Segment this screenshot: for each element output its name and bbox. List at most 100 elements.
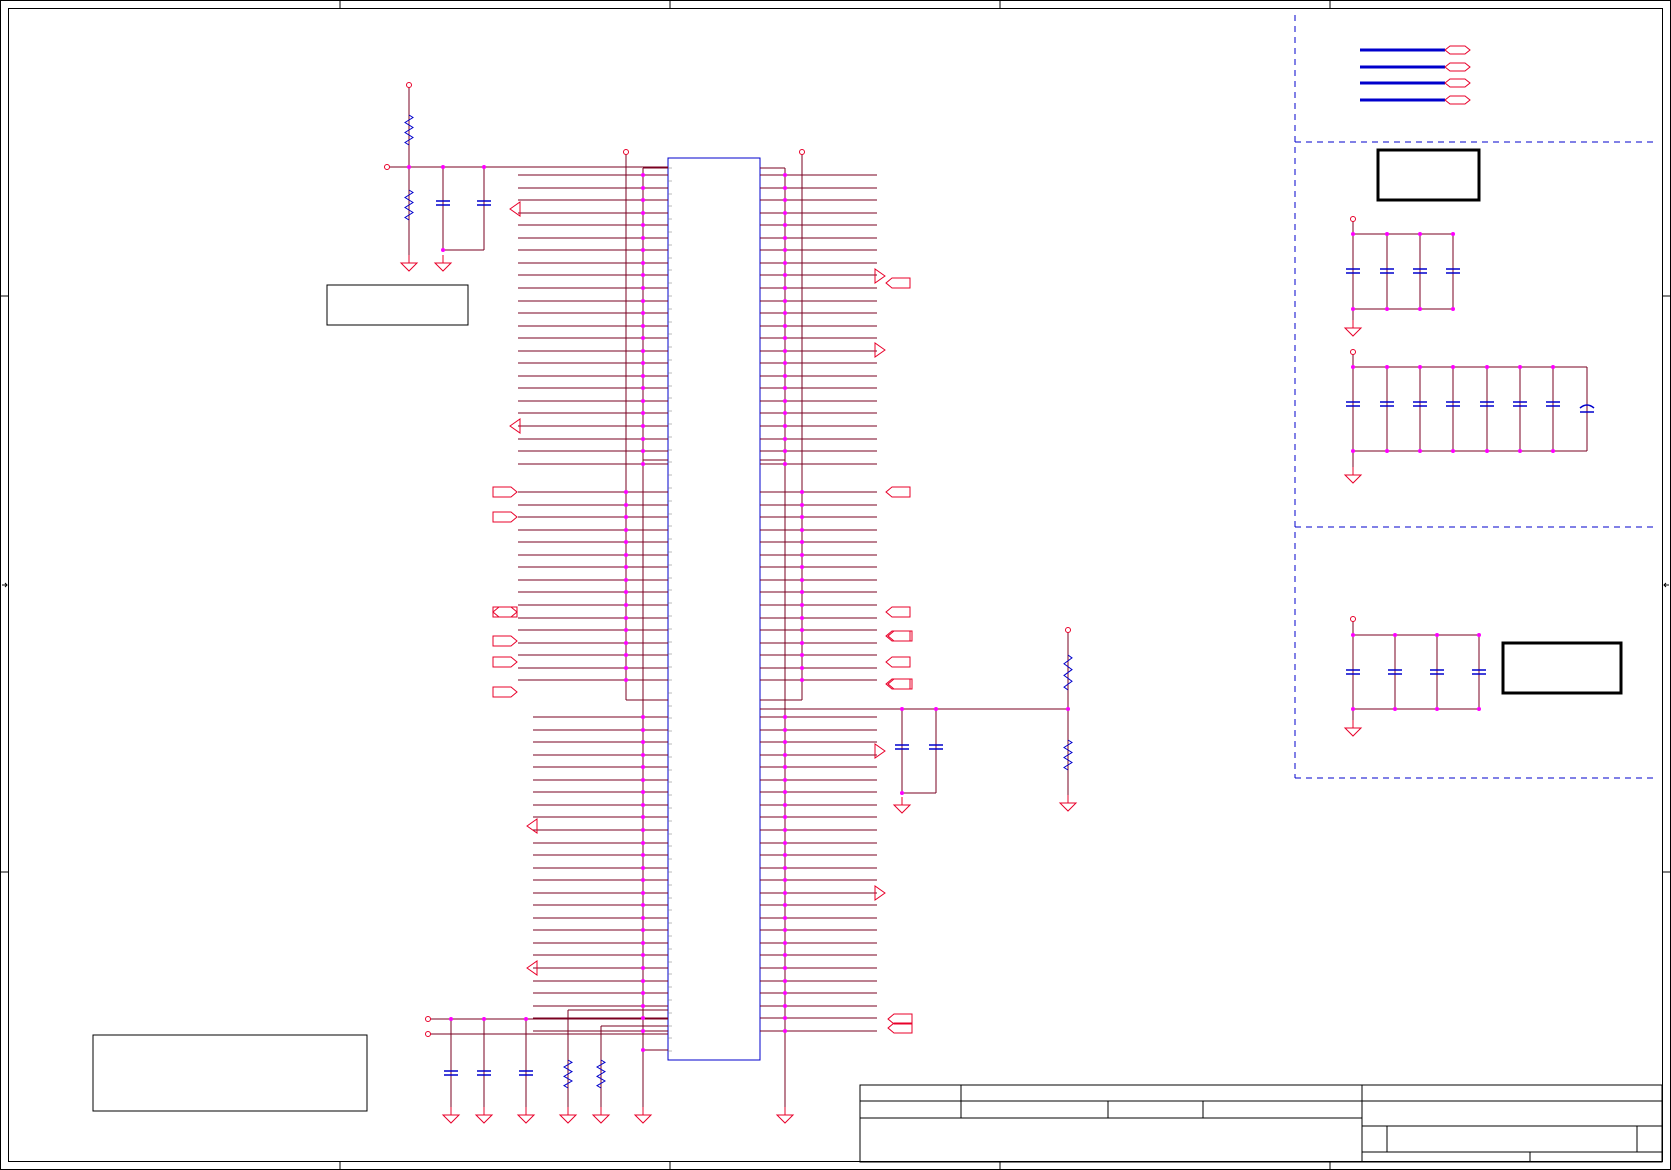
junction-dot xyxy=(624,628,628,632)
junction-dot xyxy=(641,1004,645,1008)
ground-symbol xyxy=(591,1107,611,1124)
junction-dot xyxy=(441,248,445,252)
junction-dot xyxy=(641,966,645,970)
junction-dot xyxy=(641,1029,645,1033)
junction-dot xyxy=(641,778,645,782)
junction-dot xyxy=(641,728,645,732)
junction-dot xyxy=(800,603,804,607)
junction-dot xyxy=(1418,232,1422,236)
junction-dot xyxy=(1393,633,1397,637)
junction-dot xyxy=(641,236,645,240)
junction-dot xyxy=(783,198,787,202)
junction-dot xyxy=(641,891,645,895)
junction-dot xyxy=(900,791,904,795)
junction-dot xyxy=(524,1017,528,1021)
junction-dot xyxy=(641,399,645,403)
section-dividers xyxy=(1294,15,1655,779)
junction-dot xyxy=(783,991,787,995)
junction-dot xyxy=(624,540,628,544)
ground-symbol xyxy=(633,1107,653,1124)
offpage-connector xyxy=(887,678,913,690)
junction-dot xyxy=(1451,365,1455,369)
ground-symbol xyxy=(1343,320,1363,337)
power-port xyxy=(1350,216,1356,222)
junction-dot xyxy=(641,1016,645,1020)
junction-dot xyxy=(1477,633,1481,637)
junction-dot xyxy=(641,916,645,920)
junction-dot xyxy=(441,165,445,169)
junction-dot xyxy=(641,186,645,190)
junction-dot xyxy=(641,336,645,340)
junction-dot xyxy=(934,707,938,711)
power-port xyxy=(1350,616,1356,622)
power-port xyxy=(425,1016,431,1022)
power-port xyxy=(623,149,629,155)
junction-dot xyxy=(783,248,787,252)
offpage-connector xyxy=(885,656,911,668)
power-port xyxy=(425,1031,431,1037)
junction-dot xyxy=(624,553,628,557)
junction-dot xyxy=(800,553,804,557)
junction-dot xyxy=(624,616,628,620)
junction-dot xyxy=(783,841,787,845)
junction-dot xyxy=(641,953,645,957)
resistor-symbol xyxy=(596,1059,606,1089)
junction-dot xyxy=(641,198,645,202)
junction-dot xyxy=(1066,707,1070,711)
signal-arrow xyxy=(526,818,538,834)
junction-dot xyxy=(783,449,787,453)
junction-dot xyxy=(783,891,787,895)
junction-dot xyxy=(783,878,787,882)
junction-dot xyxy=(783,916,787,920)
net-alias-group xyxy=(1360,45,1471,105)
ground-symbol xyxy=(474,1107,494,1124)
junction-dot xyxy=(624,641,628,645)
offpage-connector xyxy=(492,656,518,668)
junction-dot xyxy=(641,462,645,466)
junction-dot xyxy=(641,991,645,995)
schematic-sheet xyxy=(0,0,1671,1170)
junction-dot xyxy=(800,616,804,620)
offpage-connector xyxy=(492,511,518,523)
junction-dot xyxy=(1385,307,1389,311)
junction-dot xyxy=(800,641,804,645)
junction-dot xyxy=(783,953,787,957)
junction-dot xyxy=(624,653,628,657)
power-port xyxy=(799,149,805,155)
junction-dot xyxy=(641,803,645,807)
junction-dot xyxy=(800,540,804,544)
resistor-symbol xyxy=(1063,739,1073,771)
junction-dot xyxy=(1418,449,1422,453)
offpage-connector xyxy=(492,686,518,698)
junction-dot xyxy=(1351,633,1355,637)
wire-layer xyxy=(387,85,1588,1115)
junction-dot xyxy=(641,273,645,277)
junction-dot xyxy=(783,211,787,215)
junction-dot xyxy=(641,1048,645,1052)
junction-dot xyxy=(641,790,645,794)
junction-dot xyxy=(783,828,787,832)
junction-dot xyxy=(641,349,645,353)
signal-arrow xyxy=(874,743,886,759)
junction-dot xyxy=(1451,307,1455,311)
resistor-symbol xyxy=(1063,654,1073,691)
junction-dot xyxy=(783,411,787,415)
junction-dot xyxy=(783,386,787,390)
junction-dot xyxy=(641,815,645,819)
junction-dot xyxy=(1551,365,1555,369)
power-port xyxy=(384,164,390,170)
ground-symbol xyxy=(441,1107,461,1124)
ground-symbol xyxy=(1058,795,1078,812)
junction-dot xyxy=(783,374,787,378)
resistor-symbol xyxy=(404,114,414,146)
junction-dot xyxy=(641,979,645,983)
offpage-connector xyxy=(885,486,911,498)
ground-symbol xyxy=(1343,720,1363,737)
junction-dot xyxy=(900,707,904,711)
junction-dot xyxy=(641,449,645,453)
junction-dot xyxy=(1351,449,1355,453)
junction-dot xyxy=(1485,449,1489,453)
junction-dot xyxy=(783,437,787,441)
junction-dot xyxy=(624,490,628,494)
junction-dot xyxy=(1351,232,1355,236)
